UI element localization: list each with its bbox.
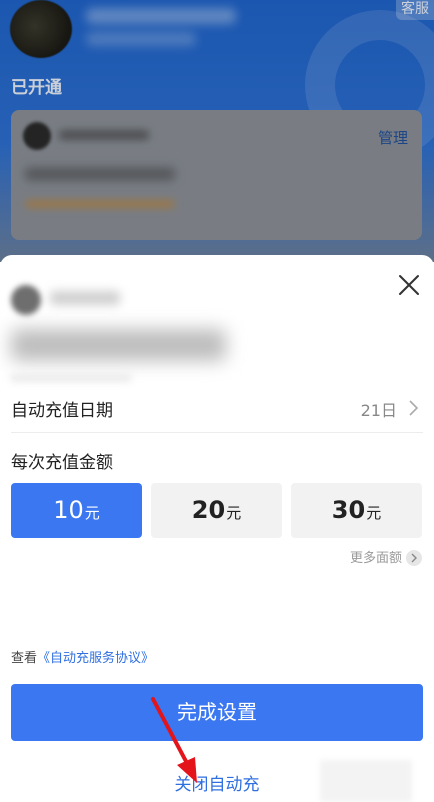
agreement-link[interactable]: 《自动充服务协议》 [37, 651, 154, 666]
amount-unit: 元 [84, 504, 100, 522]
auto-recharge-sheet: 自动充值日期 21日 每次充值金额 10元 20元 30元 更多面额 查看《自动… [0, 255, 434, 802]
amount-option-30[interactable]: 30元 [291, 483, 422, 538]
amount-title: 每次充值金额 [11, 453, 113, 473]
amount-option-20[interactable]: 20元 [151, 483, 282, 538]
watermark [320, 760, 412, 802]
agreement-line: 查看《自动充服务协议》 [11, 647, 154, 666]
more-amounts-link[interactable]: 更多面额 [350, 547, 422, 567]
amount-option-10[interactable]: 10元 [11, 483, 142, 538]
more-amounts-label: 更多面额 [349, 551, 402, 566]
blurred-account-name [50, 291, 120, 305]
amount-value: 10 [53, 496, 84, 524]
close-icon[interactable] [396, 272, 422, 298]
amount-unit: 元 [226, 504, 242, 522]
agreement-prefix: 查看 [11, 651, 38, 666]
blurred-account-sub [11, 375, 131, 381]
amount-unit: 元 [366, 504, 382, 522]
chevron-right-icon [409, 400, 419, 416]
dim-overlay [0, 0, 434, 262]
amount-value: 30 [331, 496, 366, 524]
account-avatar [11, 285, 41, 315]
background-header: 客服 已开通 管理 [0, 0, 434, 262]
amount-value: 20 [191, 496, 226, 524]
chevron-right-circle-icon [406, 549, 422, 566]
annotation-arrow-icon [151, 697, 197, 783]
complete-setup-button[interactable]: 完成设置 [11, 684, 423, 741]
recharge-date-value: 21日 [360, 401, 397, 420]
blurred-phone-number [11, 329, 226, 361]
recharge-date-row[interactable]: 自动充值日期 21日 [11, 382, 423, 433]
recharge-date-label: 自动充值日期 [11, 401, 113, 421]
